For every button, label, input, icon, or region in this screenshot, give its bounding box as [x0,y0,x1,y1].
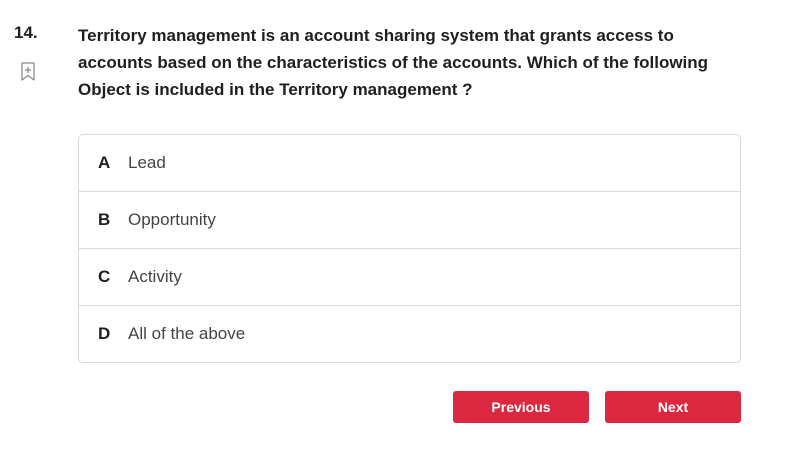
next-button[interactable]: Next [605,391,741,423]
option-letter: D [98,324,111,343]
question-number: 14. [14,23,38,42]
option-letter: C [98,267,111,286]
previous-button[interactable]: Previous [453,391,589,423]
option-text: All of the above [128,324,246,343]
option-letter: B [98,210,111,229]
option-text: Opportunity [128,210,216,229]
quiz-page: 14. Territory management is an account s… [0,0,785,474]
question-text: Territory management is an account shari… [78,26,709,99]
option-text: Lead [128,153,166,172]
option-d[interactable]: D All of the above [79,306,740,362]
answer-options: A Lead B Opportunity C Activity D All of… [78,134,741,363]
option-letter: A [98,153,111,172]
option-a[interactable]: A Lead [79,135,740,192]
option-text: Activity [128,267,182,286]
bookmark-add-icon[interactable] [20,62,36,82]
option-c[interactable]: C Activity [79,249,740,306]
option-b[interactable]: B Opportunity [79,192,740,249]
